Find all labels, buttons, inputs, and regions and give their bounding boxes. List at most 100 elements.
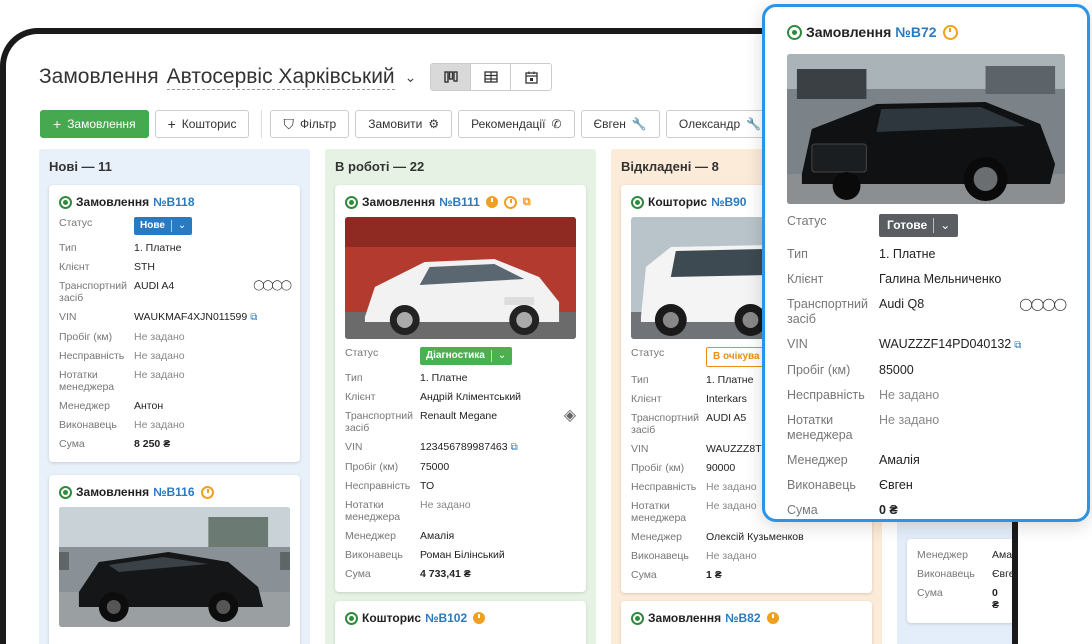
- executor-row: Виконавець Роман Білінський: [345, 549, 576, 561]
- status-dot-icon: [345, 195, 358, 209]
- vin-value: 123456789987463: [420, 441, 508, 453]
- notes-label: Нотатки менеджера: [345, 499, 401, 523]
- fault-row: Несправність Не задано: [59, 350, 290, 362]
- card-number[interactable]: №В82: [725, 611, 760, 625]
- order-card[interactable]: Замовлення №В118 Статус Нове ⌄ Тип 1. Платн…: [49, 185, 300, 462]
- status-badge[interactable]: Нове ⌄: [134, 217, 193, 235]
- kanban-view-button[interactable]: [431, 64, 472, 90]
- type-label: Тип: [345, 372, 363, 384]
- car-photo[interactable]: [345, 217, 576, 339]
- status-value: Готове: [887, 218, 928, 232]
- manager-row: Менеджер Амалія: [787, 453, 1065, 468]
- executor-value: Не задано: [706, 550, 757, 562]
- type-value: 1. Платне: [420, 372, 468, 384]
- table-view-button[interactable]: [471, 64, 512, 90]
- column-title: Нові — 11: [49, 159, 112, 174]
- add-order-label: Замовлення: [67, 117, 136, 131]
- manager-value: Амалія: [879, 453, 920, 467]
- phone-icon: ✆: [551, 117, 562, 131]
- filter-button[interactable]: ⛉ Фільтр: [270, 110, 350, 138]
- executor-value: Євген: [879, 478, 913, 492]
- popup-title: Замовлення №В72: [787, 24, 1065, 40]
- executor-label: Виконавець: [787, 478, 856, 492]
- recommendations-label: Рекомендації: [471, 117, 546, 131]
- sum-row: Сума 8 250 ₴: [59, 438, 290, 450]
- status-label: Статус: [59, 217, 93, 229]
- client-label: Клієнт: [59, 261, 90, 273]
- notes-label: Нотатки менеджера: [59, 369, 115, 393]
- client-label: Клієнт: [345, 391, 376, 403]
- fault-label: Несправність: [345, 480, 411, 492]
- notes-row: Нотатки менеджера Не задано: [787, 413, 1065, 443]
- status-badge[interactable]: В очікува: [706, 347, 767, 367]
- plus-icon: +: [53, 116, 62, 132]
- clock-icon: [200, 485, 214, 499]
- card-number[interactable]: №В116: [153, 485, 194, 499]
- wrench-icon: 🔧: [631, 117, 647, 131]
- client-value: Галина Мельниченко: [879, 272, 1002, 286]
- clock-icon: [503, 195, 517, 209]
- client-row: Клієнт STH: [59, 261, 290, 273]
- car-photo[interactable]: [59, 507, 290, 627]
- order-detail-popup[interactable]: Замовлення №В72 Статус Готове ⌄ Тип 1. Плат…: [762, 4, 1090, 522]
- recommendations-button[interactable]: Рекомендації ✆: [458, 110, 575, 138]
- vin-row: VIN 123456789987463 ⧉: [345, 441, 576, 454]
- vin-label: VIN: [631, 443, 649, 455]
- chevron-down-icon[interactable]: ⌄: [405, 69, 417, 86]
- executor-value: Роман Білінський: [420, 549, 505, 561]
- vin-label: VIN: [787, 337, 808, 351]
- manager-row: Менеджер Антон: [59, 400, 290, 412]
- card-number[interactable]: №В102: [425, 611, 467, 625]
- plus-icon: +: [167, 116, 176, 132]
- card-kind: Замовлення: [362, 195, 436, 209]
- sum-label: Сума: [631, 569, 657, 581]
- card-number[interactable]: №В118: [153, 195, 194, 209]
- notes-row: Нотатки менеджера Не задано: [345, 499, 576, 523]
- company-selector[interactable]: Автосервіс Харківський: [166, 65, 395, 90]
- manager-value: Антон: [134, 400, 164, 412]
- status-row: Статус Нове ⌄: [59, 217, 290, 235]
- order-parts-button[interactable]: Замовити ⚙: [355, 110, 453, 138]
- fault-value: Не задано: [134, 350, 185, 362]
- copy-icon[interactable]: ⧉: [250, 312, 257, 323]
- popup-number[interactable]: №В72: [895, 24, 936, 40]
- status-row: Статус Готове ⌄: [787, 214, 1065, 237]
- executor-evgen-label: Євген: [593, 117, 626, 131]
- card-number[interactable]: №В90: [711, 195, 746, 209]
- vin-row: VIN WAUKMAF4XJN011599 ⧉: [59, 311, 290, 324]
- chevron-down-icon: ⌄: [490, 350, 506, 362]
- fault-label: Несправність: [59, 350, 125, 362]
- fault-label: Несправність: [787, 388, 865, 402]
- order-card[interactable]: Замовлення №В116: [49, 475, 300, 644]
- add-order-button[interactable]: + Замовлення: [40, 110, 149, 138]
- order-card[interactable]: Замовлення №В82: [621, 601, 872, 644]
- card-kind: Замовлення: [76, 195, 150, 209]
- estimate-card[interactable]: Кошторис №В102: [335, 601, 586, 644]
- executor-evgen-button[interactable]: Євген 🔧: [580, 110, 660, 138]
- executor-value: Євге: [992, 568, 1015, 580]
- status-badge[interactable]: Діагностика ⌄: [420, 347, 513, 365]
- calendar-view-button[interactable]: [511, 64, 552, 90]
- mileage-label: Пробіг (км): [631, 462, 685, 474]
- card-kind: Кошторис: [362, 611, 422, 625]
- copy-icon[interactable]: ⧉: [511, 442, 518, 453]
- vin-value: WAUKMAF4XJN011599: [134, 311, 248, 323]
- executor-oleksandr-label: Олександр: [678, 117, 741, 131]
- executor-oleksandr-button[interactable]: Олександр 🔧: [665, 110, 775, 138]
- car-photo[interactable]: [787, 54, 1065, 204]
- card-title: Замовлення №В82: [631, 611, 862, 625]
- status-label: Статус: [345, 347, 379, 359]
- executor-label: Виконавець: [917, 568, 975, 580]
- mileage-row: Пробіг (км) Не задано: [59, 331, 290, 343]
- card-number[interactable]: №В111: [439, 195, 480, 209]
- executor-label: Виконавець: [59, 419, 117, 431]
- order-card[interactable]: Замовлення №В111 ⧉ Статус Діагностика ⌄ …: [335, 185, 586, 592]
- status-badge[interactable]: Готове ⌄: [879, 214, 959, 237]
- status-value: Діагностика: [426, 350, 485, 361]
- order-card[interactable]: Менеджер Амал Виконавець Євге Сума 0 ₴: [907, 539, 1015, 623]
- status-dot-icon: [631, 611, 644, 625]
- add-estimate-button[interactable]: + Кошторис: [154, 110, 250, 138]
- type-row: Тип 1. Платне: [345, 372, 576, 384]
- copy-icon[interactable]: ⧉: [1014, 340, 1021, 351]
- manager-label: Менеджер: [345, 530, 396, 542]
